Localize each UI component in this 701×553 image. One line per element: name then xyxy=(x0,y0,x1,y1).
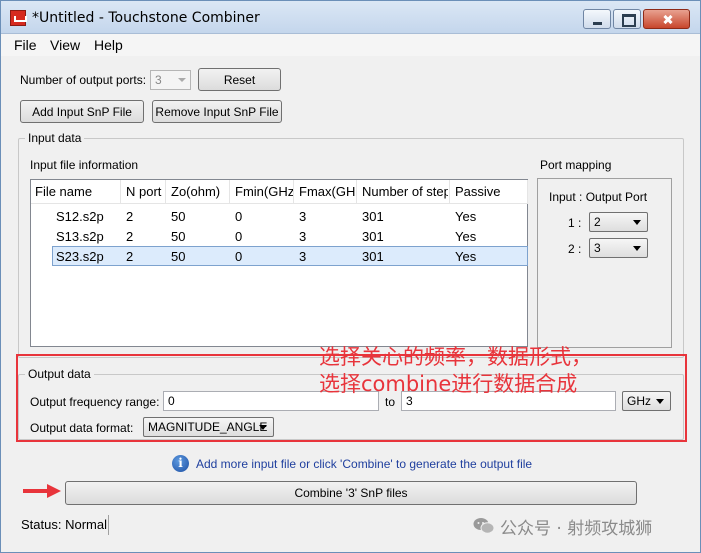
col-fmin[interactable]: Fmin(GHz xyxy=(235,184,293,199)
input-file-table[interactable]: File name N port Zo(ohm) Fmin(GHz Fmax(G… xyxy=(30,179,528,347)
table-row[interactable]: S12.s2p 2 50 0 3 301 Yes xyxy=(31,207,527,227)
table-row[interactable]: S13.s2p 2 50 0 3 301 Yes xyxy=(31,227,527,247)
annotation-text: 选择关心的频率，数据形式， 选择combine进行数据合成 xyxy=(319,344,592,398)
wechat-icon xyxy=(473,518,495,534)
chevron-down-icon xyxy=(633,220,641,225)
status-text: Status: Normal xyxy=(21,517,107,532)
table-header: File name N port Zo(ohm) Fmin(GHz Fmax(G… xyxy=(31,180,528,204)
port-mapping-panel: Input : Output Port 1 : 2 2 : 3 xyxy=(537,178,672,348)
port-map-input-1: 1 : xyxy=(568,216,582,230)
col-zo[interactable]: Zo(ohm) xyxy=(171,184,228,199)
combine-button[interactable]: Combine '3' SnP files xyxy=(65,481,637,505)
maximize-button[interactable] xyxy=(613,9,641,29)
remove-input-file-button[interactable]: Remove Input SnP File xyxy=(152,100,282,123)
main-content: Number of output ports: 3 Reset Add Inpu… xyxy=(1,56,700,552)
num-ports-select[interactable]: 3 xyxy=(150,70,191,90)
col-fmax[interactable]: Fmax(GHz xyxy=(299,184,355,199)
app-logo-icon xyxy=(10,10,27,26)
close-button[interactable] xyxy=(643,9,690,29)
reset-button[interactable]: Reset xyxy=(198,68,281,91)
port-mapping-title: Port mapping xyxy=(540,158,612,172)
menu-view[interactable]: View xyxy=(50,37,80,53)
col-file-name[interactable]: File name xyxy=(35,184,121,199)
num-ports-label: Number of output ports: xyxy=(20,73,147,87)
annotation-line-1: 选择关心的频率，数据形式， xyxy=(319,345,592,369)
minimize-button[interactable] xyxy=(583,9,611,29)
col-num-steps[interactable]: Number of steps xyxy=(362,184,448,199)
col-passive[interactable]: Passive xyxy=(455,184,515,199)
info-icon: i xyxy=(172,455,189,472)
chevron-down-icon xyxy=(633,246,641,251)
port-mapping-header: Input : Output Port xyxy=(549,190,648,204)
port-map-output-select-2[interactable]: 3 xyxy=(589,238,648,258)
red-arrow-icon xyxy=(23,484,61,498)
menu-file[interactable]: File xyxy=(14,37,37,53)
annotation-line-2: 选择combine进行数据合成 xyxy=(319,372,578,396)
col-n-port[interactable]: N port xyxy=(126,184,164,199)
app-window: *Untitled - Touchstone Combiner File Vie… xyxy=(0,0,701,553)
port-map-output-select-1[interactable]: 2 xyxy=(589,212,648,232)
status-divider xyxy=(108,515,109,535)
info-message: Add more input file or click 'Combine' t… xyxy=(196,457,533,471)
menu-bar: File View Help xyxy=(1,34,700,56)
watermark-text: 公众号 · 射频攻城狮 xyxy=(500,519,653,539)
input-data-title: Input data xyxy=(25,131,85,145)
input-file-info-title: Input file information xyxy=(30,158,139,172)
add-input-file-button[interactable]: Add Input SnP File xyxy=(20,100,144,123)
chevron-down-icon xyxy=(178,78,186,82)
menu-help[interactable]: Help xyxy=(94,37,123,53)
title-bar[interactable]: *Untitled - Touchstone Combiner xyxy=(1,1,700,34)
window-title: *Untitled - Touchstone Combiner xyxy=(32,10,260,26)
table-row-selected[interactable]: S23.s2p 2 50 0 3 301 Yes xyxy=(52,246,528,266)
port-map-input-2: 2 : xyxy=(568,242,582,256)
